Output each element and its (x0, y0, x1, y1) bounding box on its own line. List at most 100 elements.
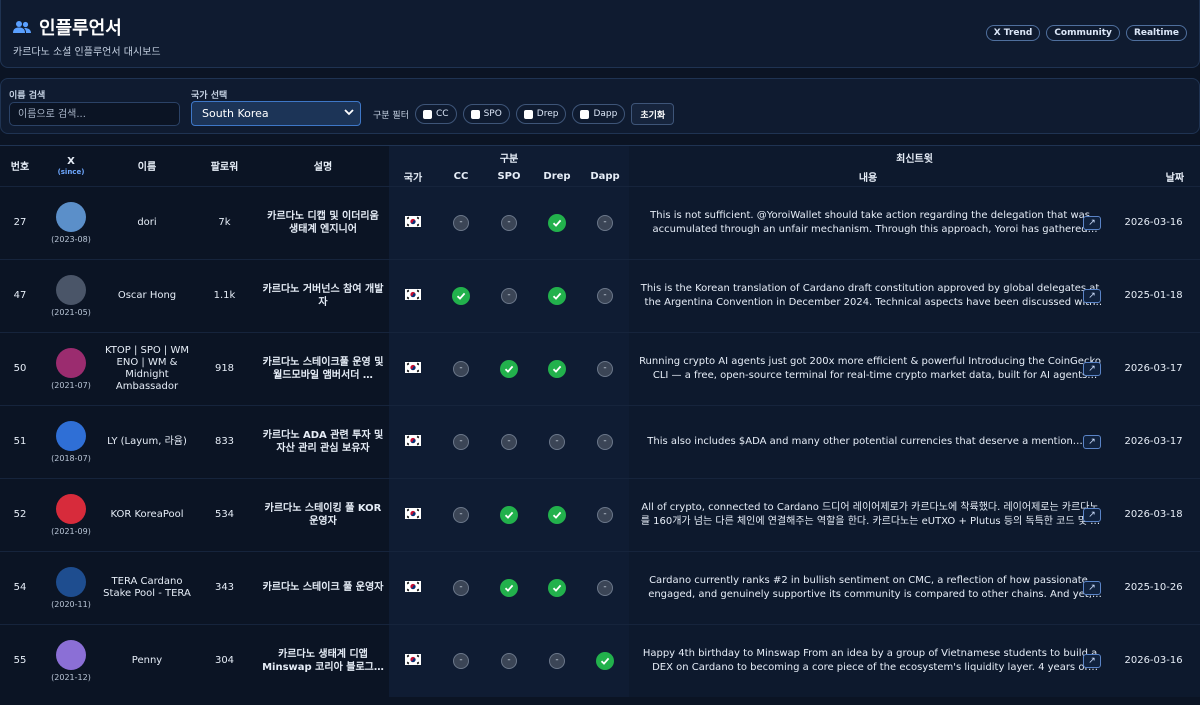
row-x: (2021-09) (40, 477, 102, 551)
row-x: (2021-05) (40, 258, 102, 332)
dash-icon: - (501, 652, 517, 669)
table-row[interactable]: 51 (2018-07) LY (Layum, 라윰) 833 카르다노 ADA… (0, 404, 1200, 478)
row-num: 52 (0, 477, 40, 551)
checkbox-spo[interactable]: SPO (462, 104, 510, 124)
avatar[interactable] (56, 201, 86, 232)
avatar[interactable] (56, 347, 86, 378)
row-tweet-text: This also includes $ADA and many other p… (647, 435, 1093, 447)
page-header: 인플루언서 카르다노 소셜 인플루언서 대시보드 X Trend Communi… (0, 0, 1200, 68)
checkbox-cc[interactable]: CC (414, 104, 457, 124)
open-tweet-button[interactable]: ↗ (1083, 653, 1102, 668)
row-name: Penny (131, 654, 163, 666)
check-icon (548, 578, 566, 597)
page-title: 인플루언서 (39, 18, 122, 39)
table-row[interactable]: 27 (2023-08) dori 7k 카르다노 디캡 및 이더리움 생태계 … (0, 185, 1200, 259)
row-drep: - (533, 623, 581, 697)
avatar[interactable] (56, 420, 86, 451)
open-tweet-button[interactable]: ↗ (1083, 288, 1102, 303)
dash-icon: - (501, 287, 517, 304)
row-tweet: Cardano currently ranks #2 in bullish se… (629, 550, 1108, 624)
row-num: 55 (0, 623, 40, 697)
avatar[interactable] (56, 566, 86, 597)
row-followers: 343 (192, 550, 257, 624)
checkbox-box[interactable] (580, 109, 590, 119)
checkbox-dapp[interactable]: Dapp (572, 104, 626, 124)
row-country (389, 185, 437, 259)
row-name: Oscar Hong (117, 289, 177, 301)
row-drep (533, 258, 581, 332)
row-tweet: This is the Korean translation of Cardan… (629, 258, 1108, 332)
name-search-input[interactable] (9, 102, 180, 126)
check-icon (548, 359, 566, 378)
checkbox-box[interactable] (470, 109, 480, 119)
pill-realtime[interactable]: Realtime (1125, 25, 1187, 41)
row-since: (2021-09) (51, 526, 91, 536)
title-row: 인플루언서 (13, 14, 122, 40)
checkbox-box[interactable] (523, 109, 533, 119)
table-row[interactable]: 50 (2021-07) KTOP | SPO | WM ENO | WM & … (0, 331, 1200, 405)
row-cc (437, 258, 485, 332)
category-filter-label: 구분 필터 (373, 110, 409, 121)
row-tweet: This also includes $ADA and many other p… (629, 404, 1108, 478)
table-row[interactable]: 55 (2021-12) Penny 304 카르다노 생태계 디앱 Minsw… (0, 623, 1200, 697)
row-num: 54 (0, 550, 40, 624)
header-x-since: (since) (57, 167, 85, 176)
row-country (389, 331, 437, 405)
influencer-table: 번호 X (since) 이름 팔로워 설명 구분 최신트윗 국가 CC SPO … (0, 145, 1200, 705)
row-date: 2026-03-17 (1107, 404, 1200, 478)
country-select-label: 국가 선택 (191, 91, 228, 101)
checkbox-box[interactable] (422, 109, 432, 119)
row-tweet: Happy 4th birthday to Minswap From an id… (629, 623, 1108, 697)
row-date: 2026-03-17 (1107, 331, 1200, 405)
check-icon (548, 213, 566, 232)
open-tweet-button[interactable]: ↗ (1083, 361, 1102, 376)
checkbox-drep[interactable]: Drep (515, 104, 567, 124)
row-cc: - (437, 331, 485, 405)
row-spo: - (485, 258, 533, 332)
check-icon (500, 505, 518, 524)
row-date: 2026-03-18 (1107, 477, 1200, 551)
row-dapp: - (581, 477, 630, 551)
row-num: 50 (0, 331, 40, 405)
pill-x-trend[interactable]: X Trend (985, 25, 1041, 41)
open-tweet-button[interactable]: ↗ (1083, 434, 1102, 449)
row-dapp (581, 623, 630, 697)
row-tweet: Running crypto AI agents just got 200x m… (629, 331, 1108, 405)
korea-flag-icon (405, 215, 421, 227)
avatar[interactable] (56, 493, 86, 524)
header-followers: 팔로워 (192, 146, 257, 186)
dash-icon: - (597, 360, 614, 377)
chevron-down-icon (344, 107, 354, 120)
country-select[interactable]: South Korea (191, 101, 361, 126)
header-x: X (since) (40, 146, 102, 186)
table-row[interactable]: 52 (2021-09) KOR KoreaPool 534 카르다노 스테이킹… (0, 477, 1200, 551)
page-subtitle: 카르다노 소셜 인플루언서 대시보드 (13, 47, 161, 58)
row-dapp: - (581, 550, 630, 624)
row-spo (485, 477, 533, 551)
table-row[interactable]: 47 (2021-05) Oscar Hong 1.1k 카르다노 거버넌스 참… (0, 258, 1200, 332)
header-cc: CC (437, 168, 485, 186)
row-desc-cell: 카르다노 ADA 관련 투자 및 자산 관리 관심 보유자 (257, 404, 389, 478)
pill-community[interactable]: Community (1046, 25, 1120, 41)
row-cc: - (437, 623, 485, 697)
avatar[interactable] (56, 274, 86, 305)
table-row[interactable]: 54 (2020-11) TERA Cardano Stake Pool - T… (0, 550, 1200, 624)
korea-flag-icon (405, 507, 421, 519)
checkbox-spo-label: SPO (483, 109, 502, 119)
row-x: (2021-12) (40, 623, 102, 697)
avatar[interactable] (56, 639, 86, 670)
open-tweet-button[interactable]: ↗ (1083, 507, 1102, 522)
open-tweet-button[interactable]: ↗ (1083, 215, 1102, 230)
row-dapp: - (581, 404, 630, 478)
row-date: 2025-10-26 (1107, 550, 1200, 624)
row-dapp: - (581, 258, 630, 332)
row-desc: 카르다노 스테이크 풀 운영자 (262, 582, 384, 593)
header-drep: Drep (533, 168, 581, 186)
open-tweet-button[interactable]: ↗ (1083, 580, 1102, 595)
korea-flag-icon (405, 580, 421, 592)
check-icon (596, 651, 615, 670)
row-tweet: This is not sufficient. @YoroiWallet sho… (629, 185, 1108, 259)
reset-button[interactable]: 초기화 (631, 103, 675, 125)
korea-flag-icon (405, 653, 421, 665)
dash-icon: - (453, 506, 469, 523)
